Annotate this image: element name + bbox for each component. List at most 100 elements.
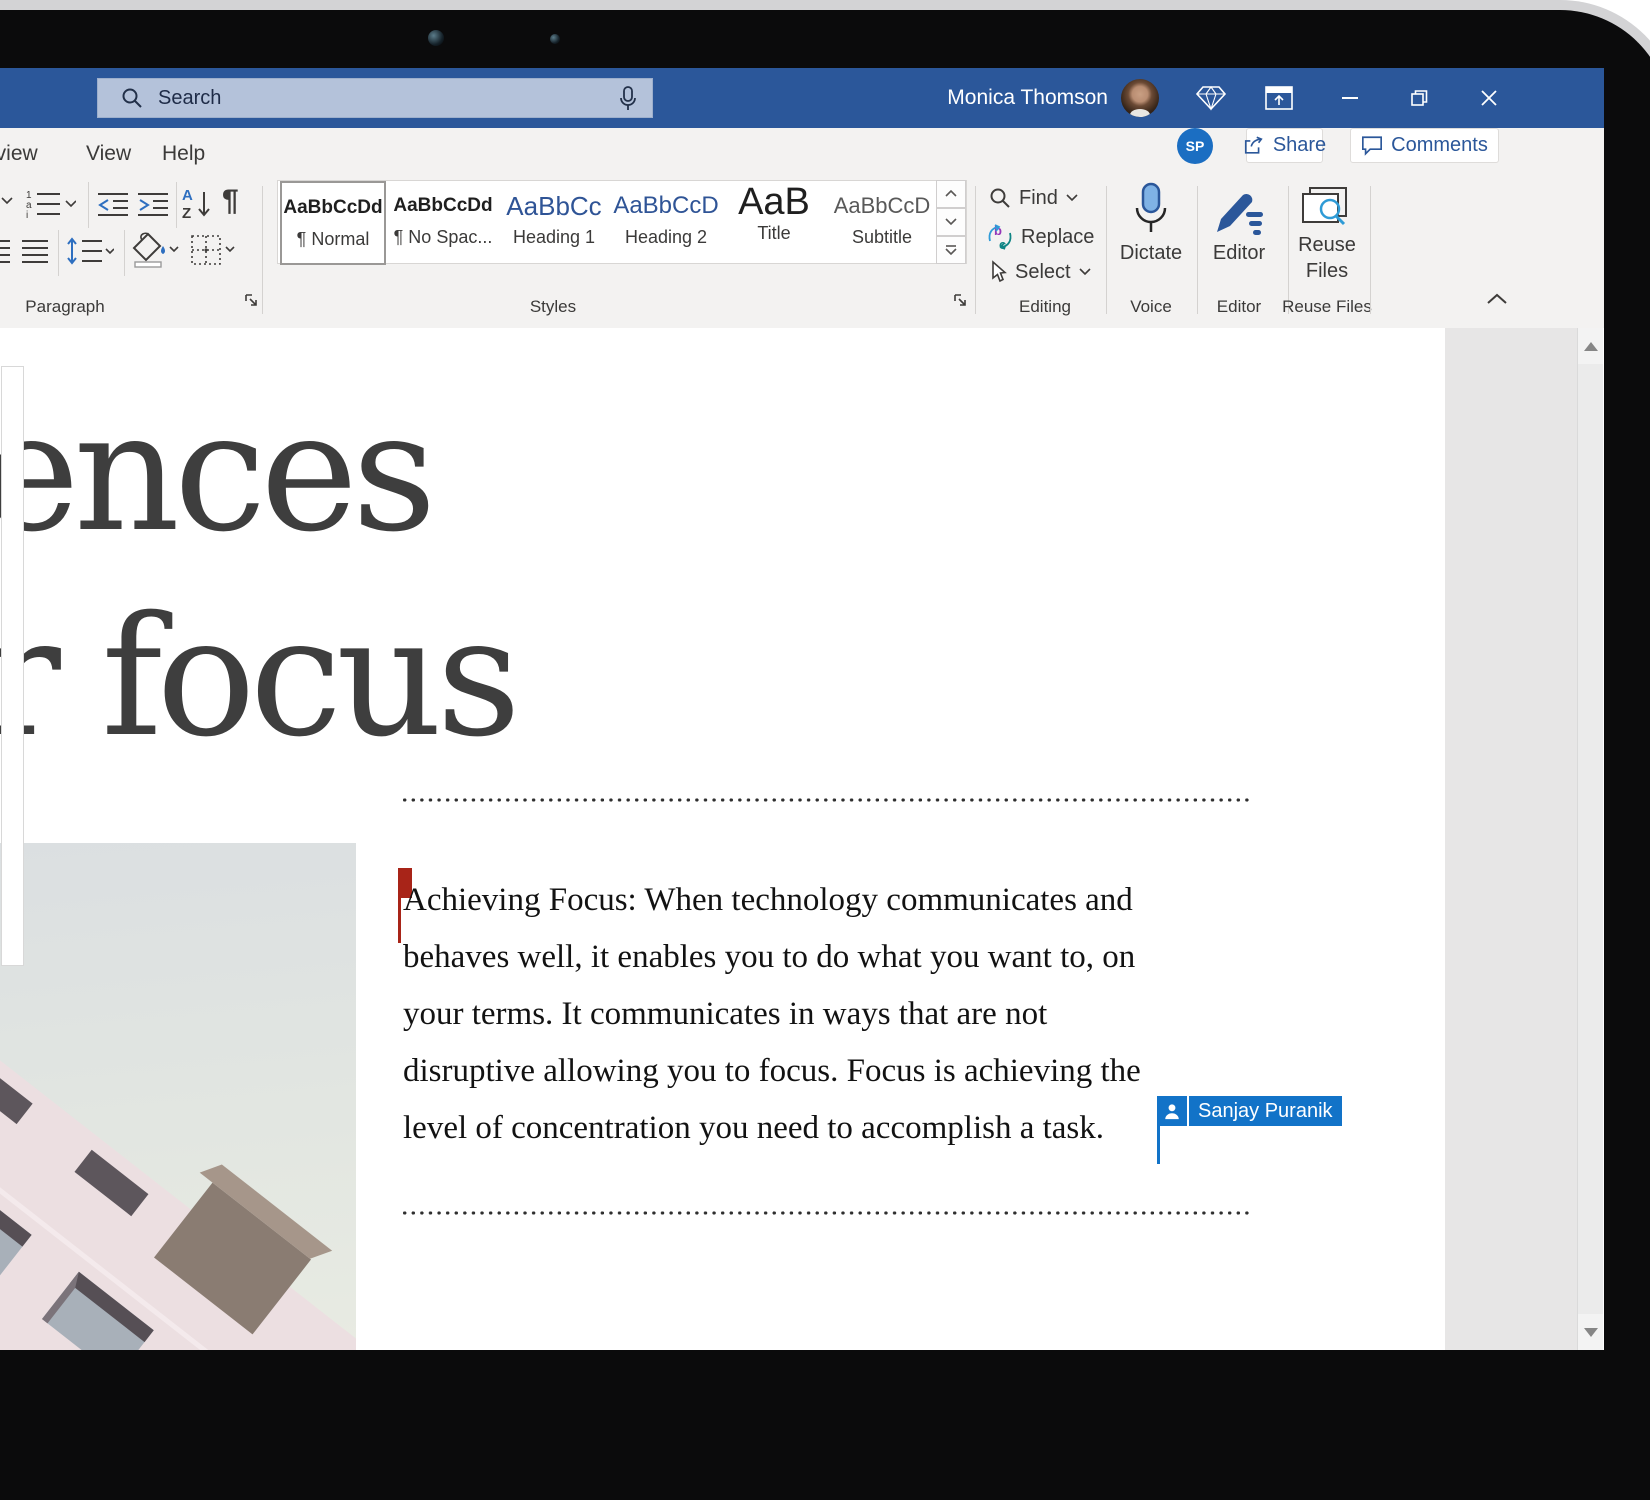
group-divider — [1106, 186, 1107, 314]
paragraph-group-label: Paragraph — [10, 297, 120, 317]
group-divider — [1370, 186, 1371, 314]
document-heading[interactable]: ences r focus — [0, 370, 515, 780]
gallery-scroll-up-button[interactable] — [936, 180, 966, 208]
editing-group-label: Editing — [985, 297, 1105, 317]
pilcrow-button[interactable]: ¶ — [222, 184, 239, 218]
webcam-icon — [428, 30, 444, 46]
select-button[interactable]: Select — [988, 260, 1092, 284]
select-icon — [988, 260, 1008, 284]
style-heading-1[interactable]: AaBbCc Heading 1 — [500, 181, 608, 265]
gallery-scroll-down-button[interactable] — [936, 208, 966, 236]
svg-text:A: A — [182, 187, 193, 204]
find-button[interactable]: Find — [988, 186, 1079, 210]
tab-help[interactable]: Help — [162, 128, 205, 180]
tab-view[interactable]: View — [86, 128, 131, 180]
share-icon — [1243, 135, 1265, 156]
person-icon — [1157, 1096, 1187, 1126]
editor-group-label: Editor — [1199, 297, 1279, 317]
collab-user-label: Sanjay Puranik — [1189, 1096, 1342, 1126]
divider — [176, 182, 177, 228]
align-left-icon[interactable] — [0, 238, 10, 264]
ribbon-tab-row: eview View Help SP Share Comments — [0, 128, 1604, 180]
chevron-up-icon — [1486, 292, 1508, 306]
chevron-down-icon[interactable] — [0, 196, 14, 206]
comments-icon — [1361, 135, 1383, 156]
group-divider — [262, 186, 263, 314]
group-divider — [1197, 186, 1198, 314]
paragraph-dialog-launcher[interactable] — [244, 293, 259, 308]
building-graphic — [0, 951, 356, 1350]
line-spacing-button[interactable] — [66, 236, 114, 266]
svg-text:Z: Z — [182, 205, 191, 220]
shading-button[interactable] — [132, 232, 182, 268]
red-cursor-caret — [398, 898, 401, 943]
body-line: behaves well, it enables you to do what … — [403, 929, 1141, 986]
increase-indent-button[interactable] — [136, 190, 170, 218]
webcam-sensor-icon — [550, 34, 560, 44]
restore-button[interactable] — [1396, 68, 1442, 128]
align-justify-button[interactable] — [22, 238, 48, 264]
document-canvas[interactable]: ences r focus Achieving Focus: When tech… — [0, 328, 1604, 1350]
chevron-down-icon — [1065, 193, 1079, 203]
comments-button[interactable]: Comments — [1350, 128, 1499, 163]
presence-badge[interactable]: SP — [1177, 128, 1213, 164]
voice-group-label: Voice — [1111, 297, 1191, 317]
reuse-files-icon — [1300, 186, 1352, 232]
dotted-divider-top — [403, 798, 1253, 802]
body-line: your terms. It communicates in ways that… — [403, 986, 1141, 1043]
editor-label[interactable]: Editor — [1199, 242, 1279, 265]
body-paragraph[interactable]: Achieving Focus: When technology communi… — [403, 872, 1141, 1157]
ribbon-display-options-button[interactable] — [1256, 68, 1302, 128]
replace-icon: bc — [986, 223, 1014, 251]
scroll-down-button[interactable] — [1578, 1314, 1603, 1350]
collab-cursor-flag[interactable]: Sanjay Puranik — [1157, 1096, 1342, 1126]
editor-pencil-icon — [1213, 188, 1265, 236]
divider — [88, 182, 89, 228]
vertical-scrollbar[interactable] — [1577, 328, 1603, 1350]
ribbon: 1ai AZ ¶ — [0, 180, 1604, 329]
scrollbar-thumb[interactable] — [1, 366, 24, 966]
reuse-files-label[interactable]: Reuse Files — [1286, 232, 1368, 284]
dictate-label[interactable]: Dictate — [1111, 242, 1191, 265]
search-placeholder: Search — [158, 87, 221, 110]
tab-review[interactable]: eview — [0, 128, 38, 180]
avatar[interactable] — [1121, 79, 1159, 117]
mic-icon[interactable] — [618, 86, 638, 117]
collapse-ribbon-button[interactable] — [1486, 292, 1508, 306]
svg-text:i: i — [26, 210, 28, 220]
reuse-files-button[interactable] — [1300, 186, 1352, 232]
editor-button[interactable] — [1213, 188, 1265, 236]
search-icon — [120, 86, 144, 110]
styles-group-label: Styles — [498, 297, 608, 317]
multilevel-list-button[interactable]: 1ai — [26, 188, 76, 220]
close-button[interactable] — [1466, 68, 1512, 128]
borders-button[interactable] — [190, 234, 236, 266]
style-title[interactable]: AaB Title — [722, 181, 826, 265]
titlebar: Search Monica Thomson — [0, 68, 1604, 128]
decrease-indent-button[interactable] — [96, 190, 130, 218]
dotted-divider-bottom — [403, 1211, 1253, 1215]
style-normal[interactable]: AaBbCcDd ¶ Normal — [280, 181, 386, 265]
style-heading-2[interactable]: AaBbCcD Heading 2 — [612, 181, 720, 265]
style-subtitle[interactable]: AaBbCcD Subtitle — [828, 181, 936, 265]
page-margin-background — [1445, 328, 1577, 1350]
divider — [124, 230, 125, 276]
share-button[interactable]: Share — [1246, 128, 1323, 163]
sort-button[interactable]: AZ — [182, 186, 212, 220]
styles-dialog-launcher[interactable] — [953, 293, 968, 308]
search-input[interactable]: Search — [97, 78, 653, 118]
document-image[interactable] — [0, 843, 356, 1350]
user-name[interactable]: Monica Thomson — [900, 68, 1108, 128]
dictate-button[interactable] — [1129, 182, 1173, 240]
word-app-window: Search Monica Thomson — [0, 68, 1604, 1350]
gem-icon[interactable] — [1188, 68, 1234, 128]
style-no-spacing[interactable]: AaBbCcDd ¶ No Spac... — [390, 181, 496, 265]
gallery-more-button[interactable] — [936, 236, 966, 264]
dictate-mic-icon — [1129, 182, 1173, 240]
scroll-up-button[interactable] — [1578, 328, 1603, 364]
replace-button[interactable]: bc Replace — [986, 223, 1094, 251]
reuse-files-group-label: Reuse Files — [1278, 297, 1376, 317]
body-line: level of concentration you need to accom… — [403, 1100, 1141, 1157]
group-divider — [975, 186, 976, 314]
minimize-button[interactable] — [1327, 68, 1373, 128]
